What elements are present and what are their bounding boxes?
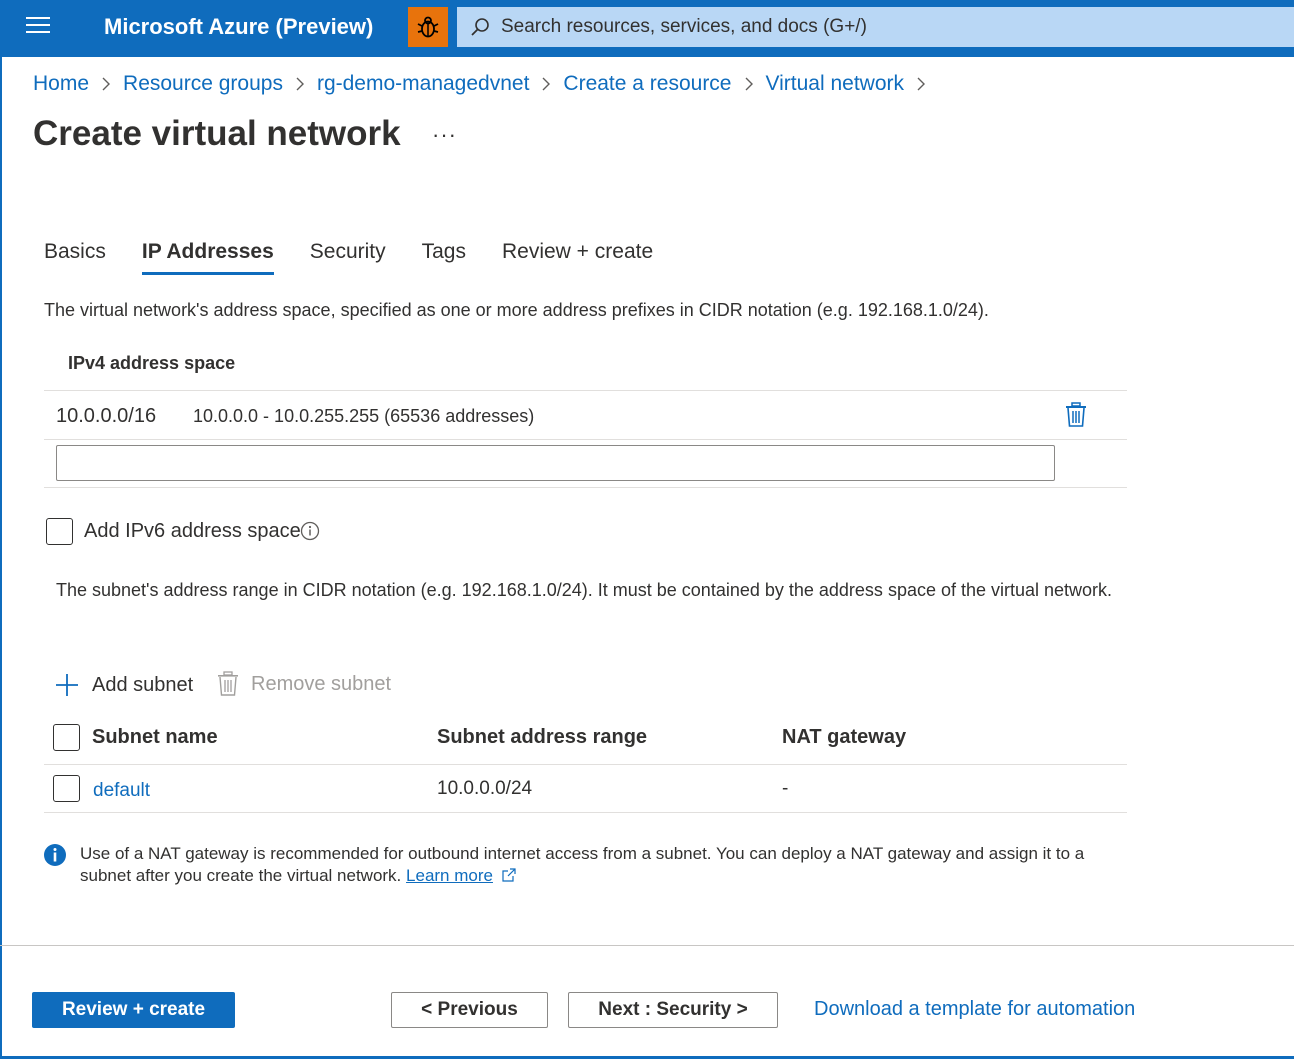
divider [44,812,1127,813]
learn-more-link[interactable]: Learn more [406,866,493,885]
chevron-right-icon [296,77,304,91]
subnet-range-cell: 10.0.0.0/24 [437,778,533,799]
delete-icon[interactable] [1064,402,1088,428]
nat-info-message: Use of a NAT gateway is recommended for … [80,843,1110,887]
column-header-nat-gateway[interactable]: NAT gateway [782,726,906,749]
select-all-checkbox[interactable] [53,724,80,751]
wizard-tabs: Basics IP Addresses Security Tags Review… [44,240,689,275]
chevron-right-icon [542,77,551,91]
page-title: Create virtual network [33,114,401,153]
subnet-description: The subnet's address range in CIDR notat… [56,580,1113,600]
bug-icon[interactable] [408,7,448,47]
breadcrumb-create-resource[interactable]: Create a resource [563,72,731,96]
tab-security[interactable]: Security [310,240,386,275]
plus-icon [56,674,78,696]
trash-icon [218,671,238,696]
column-header-subnet-name[interactable]: Subnet name [92,726,218,749]
external-link-icon [502,868,516,882]
ipv4-range: 10.0.0.0 - 10.0.255.255 (65536 addresses… [193,406,535,426]
ipv6-checkbox[interactable] [46,518,73,545]
chevron-right-icon [917,77,926,91]
breadcrumb-virtual-network[interactable]: Virtual network [766,72,905,96]
add-subnet-label: Add subnet [92,673,194,696]
row-checkbox[interactable] [53,775,80,802]
review-create-button[interactable]: Review + create [32,992,235,1028]
ipv4-header: IPv4 address space [68,353,236,373]
remove-subnet-label: Remove subnet [251,672,392,695]
divider [44,487,1127,488]
nat-info-text: Use of a NAT gateway is recommended for … [80,844,1085,885]
search-icon [471,18,489,36]
next-security-button[interactable]: Next : Security > [568,992,778,1028]
chevron-right-icon [102,77,111,91]
window-edge [0,57,2,1059]
portal-brand[interactable]: Microsoft Azure (Preview) [104,14,373,40]
chevron-right-icon [745,77,753,91]
subnet-name-link[interactable]: default [93,780,150,802]
divider [44,439,1127,440]
search-placeholder: Search resources, services, and docs (G+… [501,16,867,37]
top-bar: Microsoft Azure (Preview) Search resourc… [0,0,1294,57]
download-template-link[interactable]: Download a template for automation [814,998,1135,1021]
info-icon[interactable] [300,521,320,541]
divider [44,390,1127,391]
previous-button[interactable]: < Previous [391,992,548,1028]
ipv4-address-input[interactable] [56,445,1055,481]
divider [44,764,1127,765]
tab-review-create[interactable]: Review + create [502,240,653,275]
add-subnet-button[interactable]: Add subnet [54,672,193,698]
footer-divider [0,945,1294,946]
global-search[interactable]: Search resources, services, and docs (G+… [457,7,1294,47]
tab-basics[interactable]: Basics [44,240,106,275]
column-header-subnet-range[interactable]: Subnet address range [437,726,647,749]
address-space-description: The virtual network's address space, spe… [44,300,989,320]
breadcrumb-resource-groups[interactable]: Resource groups [123,72,283,96]
ipv4-cidr: 10.0.0.0/16 [56,405,157,427]
tab-tags[interactable]: Tags [422,240,466,275]
nat-gateway-cell: - [782,778,789,799]
breadcrumb-resource-group[interactable]: rg-demo-managedvnet [317,72,529,96]
tab-ip-addresses[interactable]: IP Addresses [141,240,274,275]
menu-icon[interactable] [26,17,50,37]
breadcrumb: Home Resource groups rg-demo-managedvnet… [33,72,938,96]
info-icon [44,844,66,866]
more-options-button[interactable]: ··· [432,122,457,148]
breadcrumb-home[interactable]: Home [33,72,89,96]
remove-subnet-button[interactable]: Remove subnet [217,671,391,697]
ipv6-label: Add IPv6 address space [84,520,301,542]
